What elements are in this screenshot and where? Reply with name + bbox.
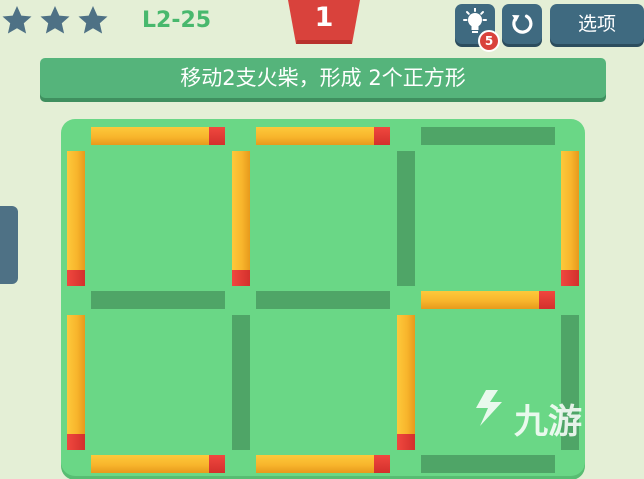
undo-button[interactable]: [502, 4, 542, 44]
match-top-1[interactable]: [91, 127, 225, 145]
match-mid-3[interactable]: [421, 291, 555, 309]
match-bottom-1[interactable]: [91, 455, 225, 473]
match-left-col1-row0[interactable]: [232, 151, 250, 286]
star-icon: [2, 6, 32, 34]
match-bottom-2[interactable]: [256, 455, 390, 473]
star-icon: [78, 6, 108, 34]
level-label: L2-25: [142, 8, 212, 33]
match-head: [67, 434, 85, 450]
empty-slot-mid-2[interactable]: [256, 291, 390, 309]
match-head: [67, 270, 85, 286]
match-head: [561, 270, 579, 286]
moves-banner: 1: [288, 0, 360, 44]
empty-slot-bottom-3[interactable]: [421, 455, 555, 473]
star-icon: [40, 6, 70, 34]
hint-count-badge: 5: [478, 30, 500, 52]
side-drawer-tab[interactable]: [0, 206, 18, 284]
match-head: [539, 291, 555, 309]
moves-count: 1: [314, 2, 334, 33]
match-head: [374, 127, 390, 145]
empty-slot-left-col1-row1[interactable]: [232, 315, 250, 450]
match-head: [397, 434, 415, 450]
empty-slot-mid-1[interactable]: [91, 291, 225, 309]
match-head: [209, 127, 225, 145]
match-head: [232, 270, 250, 286]
match-head: [209, 455, 225, 473]
options-button[interactable]: 选项: [550, 4, 644, 44]
star-rating: [0, 4, 110, 38]
match-left-col2-row1[interactable]: [397, 315, 415, 450]
match-left-col0-row1[interactable]: [67, 315, 85, 450]
empty-slot-top-3[interactable]: [421, 127, 555, 145]
match-left-col0-row0[interactable]: [67, 151, 85, 286]
empty-slot-left-col2-row0[interactable]: [397, 151, 415, 286]
match-top-2[interactable]: [256, 127, 390, 145]
match-head: [374, 455, 390, 473]
watermark-text: 九游: [514, 402, 582, 442]
instruction-bar: 移动2支火柴，形成 2个正方形: [40, 58, 606, 98]
match-left-col3-row0[interactable]: [561, 151, 579, 286]
undo-icon: [512, 14, 533, 34]
